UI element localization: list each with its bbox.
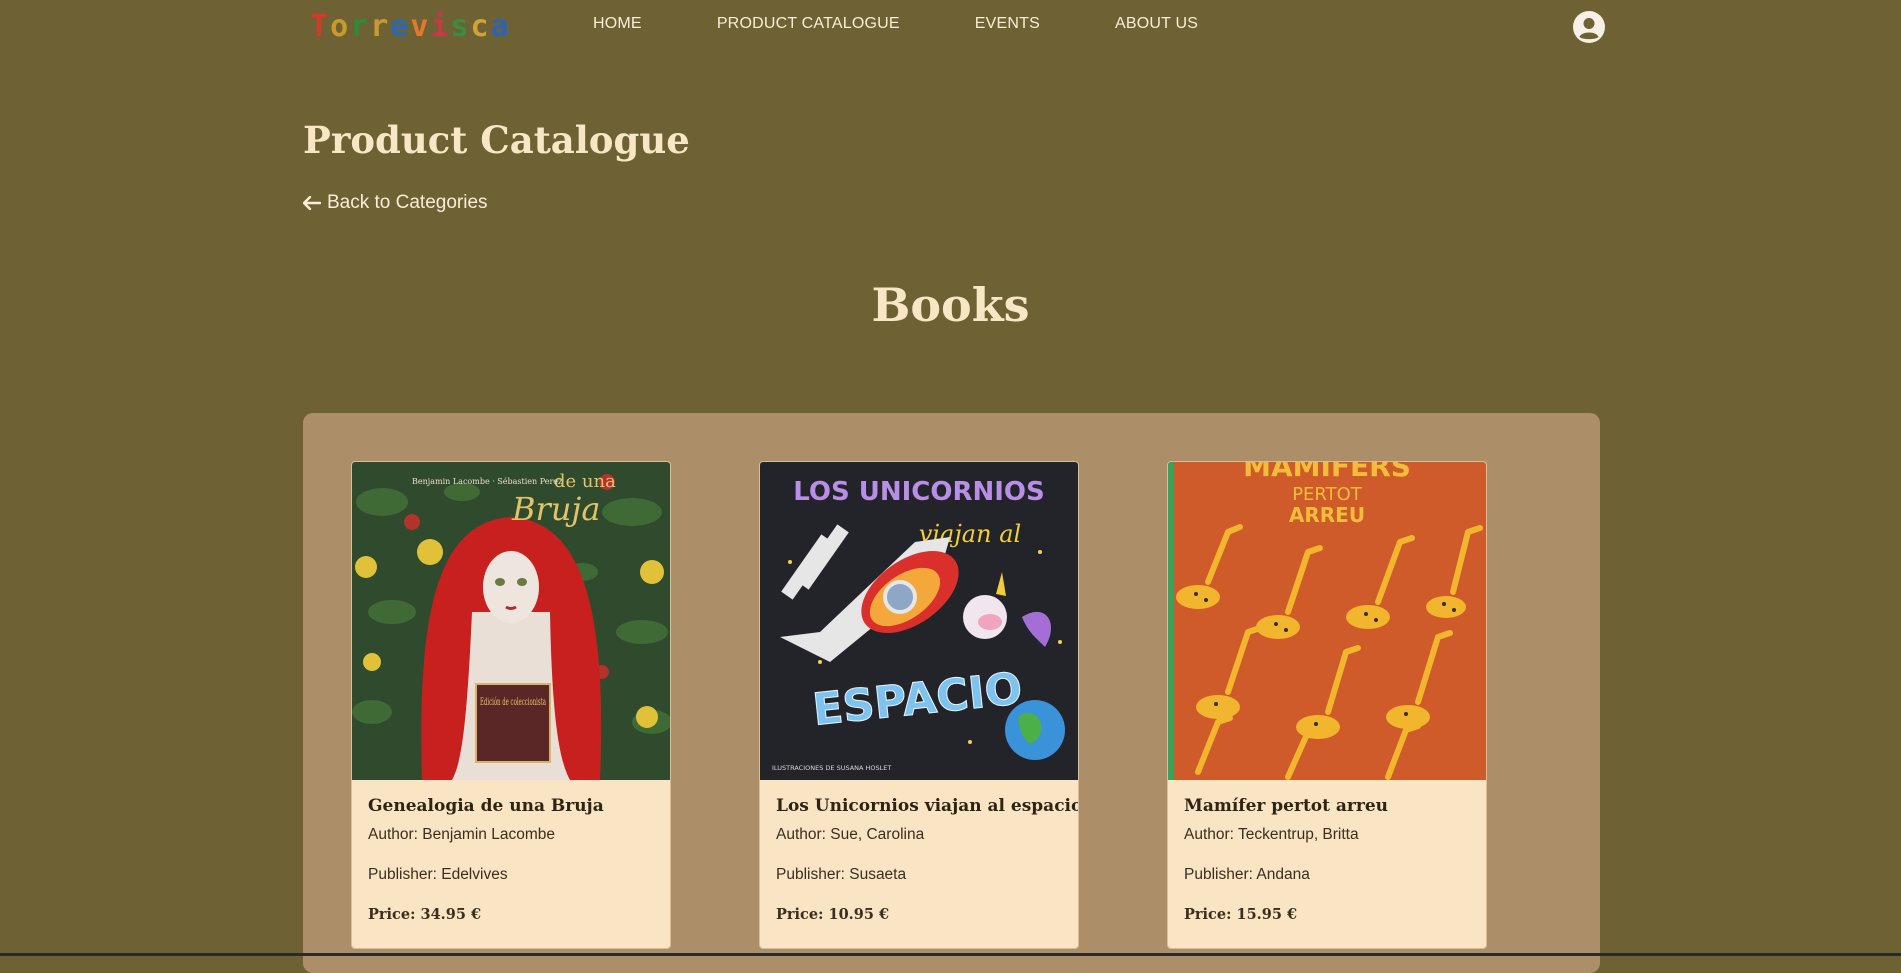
book-price: Price: 10.95 € [776, 906, 890, 923]
cover-footer: ILUSTRACIONES DE SUSANA HOSLET [772, 764, 891, 772]
back-to-categories-link[interactable]: Back to Categories [303, 192, 488, 214]
section-title: Books [871, 278, 1030, 332]
book-publisher: Publisher: Susaeta [776, 866, 907, 883]
book-cover-image: Edición de coleccionista de una Bruja Be… [352, 462, 670, 780]
book-publisher: Publisher: Andana [1184, 866, 1310, 883]
cover-line3: ARREU [1289, 503, 1365, 527]
back-link-label: Back to Categories [327, 192, 488, 213]
logo-letter: r [350, 9, 371, 44]
cover-title-text: Bruja [511, 490, 600, 528]
book-cover-image: LOS UNICORNIOS viajan al ESPACIO ILUSTRA… [760, 462, 1078, 780]
top-navbar: Torrevisca HOME PRODUCT CATALOGUE EVENTS… [0, 0, 1901, 54]
nav-about-us[interactable]: ABOUT US [1115, 15, 1198, 33]
logo-letter: o [330, 9, 351, 44]
book-author: Author: Benjamin Lacombe [368, 826, 555, 843]
book-author: Author: Sue, Carolina [776, 826, 925, 843]
book-price: Price: 34.95 € [368, 906, 482, 923]
arrow-left-icon [303, 196, 321, 210]
cover-line2: PERTOT [1292, 484, 1363, 505]
book-publisher: Publisher: Edelvives [368, 866, 508, 883]
main-nav: HOME PRODUCT CATALOGUE EVENTS ABOUT US [593, 15, 1273, 33]
book-title[interactable]: Los Unicornios viajan al espacio [776, 796, 1078, 816]
book-title[interactable]: Genealogia de una Bruja [368, 796, 654, 816]
logo-letter: c [470, 9, 491, 44]
book-card-mamifer[interactable]: MAMÍFERS PERTOT ARREU Mamífer pertot arr… [1167, 461, 1487, 949]
nav-home[interactable]: HOME [593, 15, 642, 33]
nav-events[interactable]: EVENTS [975, 15, 1040, 33]
logo-letter: r [370, 9, 391, 44]
nav-product-catalogue[interactable]: PRODUCT CATALOGUE [717, 15, 900, 33]
book-price: Price: 15.95 € [1184, 906, 1298, 923]
cover-book-text: Edición de coleccionista [480, 697, 546, 708]
logo-letter: v [410, 9, 431, 44]
logo-letter: T [310, 9, 331, 44]
logo-letter: s [450, 9, 471, 44]
page-title: Product Catalogue [303, 118, 690, 162]
logo-letter: a [490, 9, 511, 44]
logo-letter: i [430, 9, 451, 44]
brand-logo[interactable]: Torrevisca [310, 10, 511, 44]
cover-line1: LOS UNICORNIOS [793, 477, 1045, 507]
book-title[interactable]: Mamífer pertot arreu [1184, 796, 1470, 816]
book-card-unicornios[interactable]: LOS UNICORNIOS viajan al ESPACIO ILUSTRA… [759, 461, 1079, 949]
cover-authors-text: Benjamin Lacombe · Sébastien Perez [412, 477, 562, 486]
cover-top-text: de una [554, 471, 616, 492]
books-panel: Edición de coleccionista de una Bruja Be… [303, 413, 1600, 973]
cover-line1: MAMÍFERS [1243, 462, 1411, 483]
book-cover-image: MAMÍFERS PERTOT ARREU [1168, 462, 1486, 780]
book-card-genealogia[interactable]: Edición de coleccionista de una Bruja Be… [351, 461, 671, 949]
book-author: Author: Teckentrup, Britta [1184, 826, 1359, 843]
user-circle-icon[interactable] [1573, 11, 1605, 43]
logo-letter: e [390, 9, 411, 44]
